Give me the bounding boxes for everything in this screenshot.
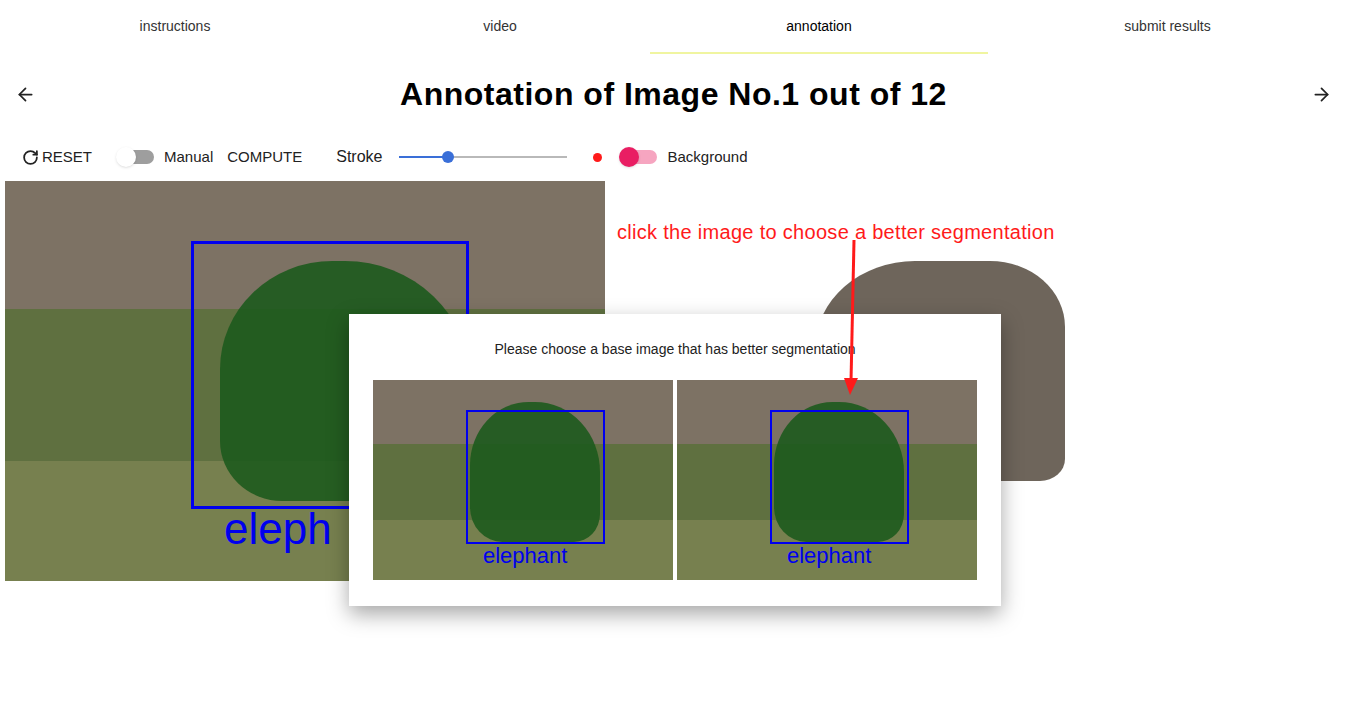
manual-switch[interactable] (118, 150, 154, 164)
segmentation-mask (774, 402, 904, 542)
switch-thumb (619, 147, 639, 167)
page-title: Annotation of Image No.1 out of 12 (400, 70, 947, 118)
stroke-label: Stroke (336, 145, 382, 169)
background-switch-wrap (621, 150, 657, 164)
dialog-prompt: Please choose a base image that has bett… (349, 314, 1001, 360)
manual-switch-wrap (118, 150, 154, 164)
brush-dot (593, 153, 602, 162)
bounding-box (770, 410, 909, 544)
tab[interactable]: submit results (988, 0, 1347, 54)
bounding-box (466, 410, 605, 544)
stroke-slider[interactable] (399, 156, 567, 158)
tab[interactable]: annotation (650, 0, 988, 54)
option-image[interactable]: elephant (677, 380, 977, 580)
previous-arrow-icon[interactable] (15, 84, 36, 105)
toolbar: RESET Manual COMPUTE Stroke Background (0, 134, 1347, 180)
option-row: elephant elephant (349, 380, 1001, 580)
segmentation-mask (470, 402, 600, 542)
switch-thumb (116, 147, 136, 167)
box-label: elephant (483, 545, 567, 567)
tab[interactable]: instructions (0, 0, 350, 54)
compute-button[interactable]: COMPUTE (227, 146, 302, 169)
box-label: elephant (787, 545, 871, 567)
title-row: Annotation of Image No.1 out of 12 (0, 54, 1347, 134)
manual-label: Manual (164, 146, 213, 169)
tab[interactable]: video (350, 0, 650, 54)
background-switch[interactable] (621, 150, 657, 164)
app: instructionsvideoannotationsubmit result… (0, 0, 1347, 719)
pointer-arrow-icon (840, 238, 864, 398)
slider-thumb[interactable] (442, 151, 454, 163)
box-label: eleph (224, 507, 332, 551)
hint-text: click the image to choose a better segme… (617, 217, 1347, 247)
reset-button[interactable]: RESET (22, 146, 92, 169)
refresh-icon (22, 149, 39, 166)
option-image[interactable]: elephant (373, 380, 673, 580)
next-arrow-icon[interactable] (1311, 84, 1332, 105)
choose-dialog: Please choose a base image that has bett… (349, 314, 1001, 606)
tab-bar: instructionsvideoannotationsubmit result… (0, 0, 1347, 54)
slider-fill (399, 156, 448, 158)
background-label: Background (667, 146, 747, 169)
